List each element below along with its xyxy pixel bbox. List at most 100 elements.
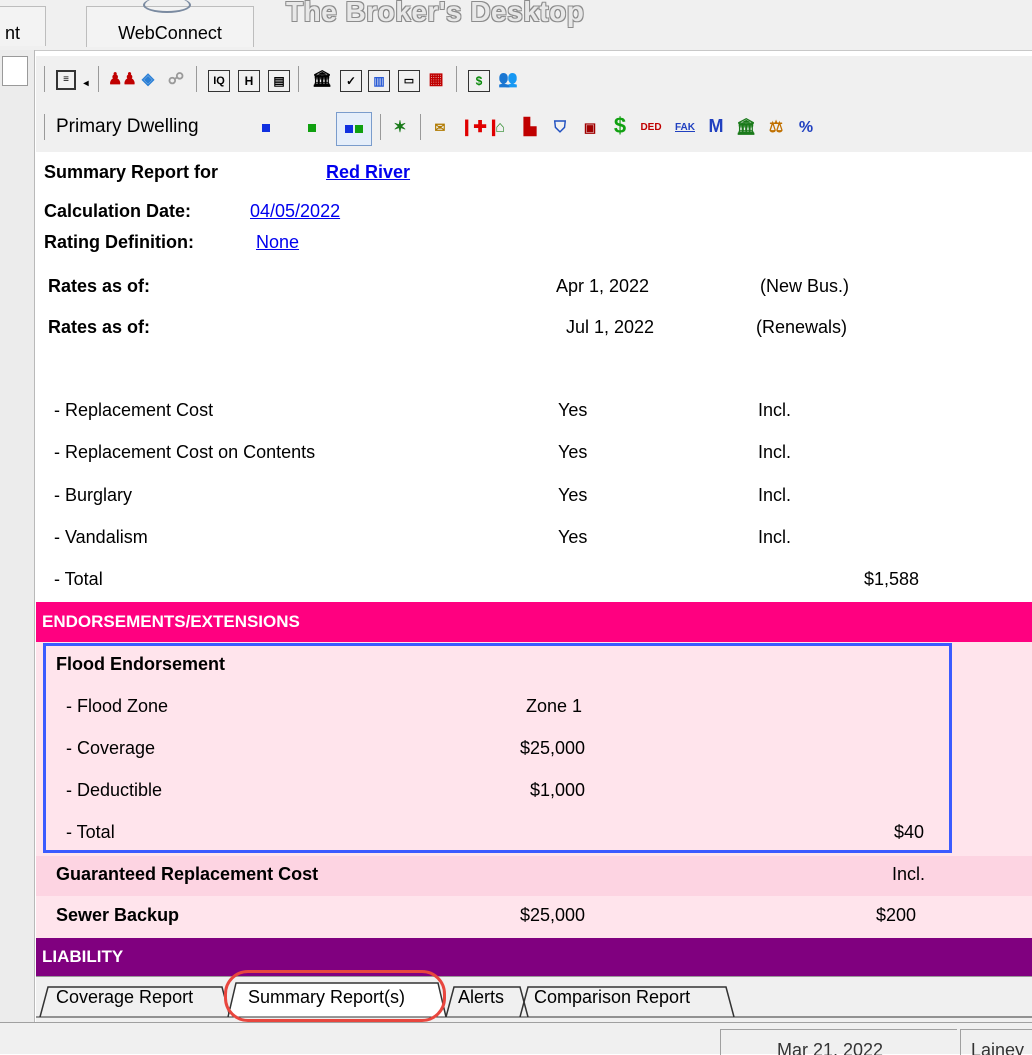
coverage-status: Incl. bbox=[758, 527, 792, 547]
rates-date: Apr 1, 2022 bbox=[556, 276, 650, 296]
form-icon[interactable]: ▥ bbox=[368, 70, 390, 92]
rates-label: Rates as of: bbox=[48, 276, 151, 296]
coverage-status: Incl. bbox=[758, 400, 792, 420]
blue-square-icon bbox=[345, 125, 353, 133]
blue-square-icon[interactable] bbox=[262, 124, 270, 132]
tab-coverage-report[interactable]: Coverage Report bbox=[56, 982, 193, 1012]
app-title: The Broker's Desktop bbox=[286, 0, 585, 27]
toolbar-separator bbox=[380, 114, 381, 140]
stairs-icon[interactable]: ▙ bbox=[520, 118, 540, 138]
green-square-icon bbox=[355, 125, 363, 133]
calc-date-label: Calculation Date: bbox=[44, 201, 192, 221]
status-date-cell: Mar 21, 2022 bbox=[720, 1029, 957, 1055]
liability-header: LIABILITY bbox=[36, 938, 1032, 976]
card-icon[interactable]: ▭ bbox=[398, 70, 420, 92]
tab-webconnect-label: WebConnect bbox=[118, 23, 222, 43]
coverage-value: Yes bbox=[558, 485, 588, 505]
people-icon[interactable]: ♟♟ bbox=[108, 70, 137, 90]
tab-partial-label: nt bbox=[5, 23, 21, 43]
coverage-label: - Replacement Cost on Contents bbox=[54, 442, 316, 462]
tab-webconnect[interactable]: WebConnect bbox=[86, 0, 254, 47]
money-icon[interactable]: $ bbox=[468, 70, 490, 92]
tab-comparison-report[interactable]: Comparison Report bbox=[534, 982, 690, 1012]
coverage-label: - Vandalism bbox=[54, 527, 148, 547]
flood-zone-label: - Flood Zone bbox=[66, 696, 169, 716]
toolbar-separator bbox=[44, 66, 45, 92]
endorsements-header-text: ENDORSEMENTS/EXTENSIONS bbox=[42, 612, 300, 631]
endorsements-header: ENDORSEMENTS/EXTENSIONS bbox=[36, 602, 1032, 642]
toolbar-separator bbox=[456, 66, 457, 92]
split-view-button[interactable] bbox=[336, 112, 372, 146]
summary-tab-highlight-circle bbox=[224, 970, 446, 1022]
report-iq-icon[interactable]: IQ bbox=[208, 70, 230, 92]
report-h-icon[interactable]: H bbox=[238, 70, 260, 92]
canada-flag-icon[interactable]: ❙✚❙ bbox=[460, 118, 500, 138]
rates-note: (New Bus.) bbox=[760, 276, 850, 296]
top-tab-strip: nt WebConnect The Broker's Desktop bbox=[0, 0, 1032, 51]
handshake-icon[interactable]: ☍ bbox=[166, 70, 186, 90]
toolbar-main: ≡ ◂ ♟♟ ◈ ☍ IQ H ▤ 🏛 ✓ ▥ ▭ ▦ $ 👥 bbox=[36, 56, 1032, 105]
status-user-cell: Lainey bbox=[960, 1029, 1032, 1055]
green-square-icon[interactable] bbox=[308, 124, 316, 132]
coverage-value: Yes bbox=[558, 400, 588, 420]
m-icon[interactable]: M bbox=[706, 116, 726, 136]
document-icon[interactable]: ▤ bbox=[268, 70, 290, 92]
users-icon[interactable]: 👥 bbox=[498, 70, 518, 90]
report-tab-bar: Coverage Report Summary Report(s) Alerts… bbox=[36, 976, 1032, 1023]
fak-icon[interactable]: FAK bbox=[672, 118, 698, 138]
scales-icon[interactable]: ⚖ bbox=[766, 118, 786, 138]
rates-date: Jul 1, 2022 bbox=[566, 317, 655, 337]
list-view-icon[interactable]: ≡ bbox=[56, 70, 76, 90]
gcr-value: Incl. bbox=[892, 864, 926, 884]
toolbar-separator bbox=[420, 114, 421, 140]
toolbar-separator bbox=[98, 66, 99, 92]
rating-label: Rating Definition: bbox=[44, 232, 194, 252]
toolbar-separator bbox=[196, 66, 197, 92]
tab-alerts[interactable]: Alerts bbox=[458, 982, 504, 1012]
dwelling-selector[interactable]: Primary Dwelling bbox=[56, 116, 199, 138]
summary-name-link[interactable]: Red River bbox=[326, 162, 410, 183]
sewer-premium: $200 bbox=[876, 905, 917, 925]
shield-icon[interactable]: ⛉ bbox=[550, 118, 570, 138]
toolbar-separator bbox=[44, 114, 45, 140]
pdf-icon[interactable]: ▦ bbox=[426, 70, 446, 90]
liability-header-text: LIABILITY bbox=[42, 947, 124, 966]
flood-coverage-value: $25,000 bbox=[520, 738, 586, 758]
flood-zone-value: Zone 1 bbox=[526, 696, 583, 716]
toolbar-coverage: Primary Dwelling ✶ ✉ ❙✚❙ ⌂ ▙ ⛉ ▣ $ DED F… bbox=[36, 104, 1032, 153]
coverage-status: Incl. bbox=[758, 442, 792, 462]
status-bar: Mar 21, 2022 Lainey bbox=[0, 1022, 1032, 1055]
percent-icon[interactable]: % bbox=[796, 118, 816, 138]
rating-link[interactable]: None bbox=[256, 232, 299, 253]
coverage-label: - Burglary bbox=[54, 485, 133, 505]
deductible-icon[interactable]: DED bbox=[636, 118, 666, 138]
bank-green-icon[interactable]: 🏛 bbox=[736, 118, 756, 138]
webconnect-icon bbox=[143, 0, 191, 13]
sewer-amount: $25,000 bbox=[520, 905, 586, 925]
rates-label: Rates as of: bbox=[48, 317, 151, 337]
coverage-status: Incl. bbox=[758, 485, 792, 505]
house-icon[interactable]: ⌂ bbox=[490, 118, 510, 138]
wand-icon[interactable]: ✶ bbox=[390, 118, 410, 138]
flood-title: Flood Endorsement bbox=[56, 654, 226, 674]
gcr-label: Guaranteed Replacement Cost bbox=[56, 864, 319, 884]
coverage-value: Yes bbox=[558, 442, 588, 462]
box-icon[interactable]: ▣ bbox=[580, 118, 600, 138]
sewer-label: Sewer Backup bbox=[56, 905, 180, 925]
envelope-icon[interactable]: ✉ bbox=[430, 118, 450, 138]
coverage-label: - Replacement Cost bbox=[54, 400, 214, 420]
summary-label: Summary Report for bbox=[44, 162, 219, 182]
chevron-left-icon[interactable]: ◂ bbox=[76, 74, 96, 94]
flood-total-label: - Total bbox=[66, 822, 115, 842]
map-icon[interactable]: ◈ bbox=[138, 70, 158, 90]
dollar-icon[interactable]: $ bbox=[610, 115, 630, 137]
coverage-value: Yes bbox=[558, 527, 588, 547]
calc-date-link[interactable]: 04/05/2022 bbox=[250, 201, 340, 222]
flood-total-value: $40 bbox=[894, 822, 925, 842]
checklist-icon[interactable]: ✓ bbox=[340, 70, 362, 92]
bank-icon[interactable]: 🏛 bbox=[312, 70, 332, 90]
tab-partial[interactable]: nt bbox=[0, 6, 46, 46]
total-label: - Total bbox=[54, 569, 103, 589]
flood-deductible-value: $1,000 bbox=[530, 780, 586, 800]
left-panel-box[interactable] bbox=[2, 56, 28, 86]
